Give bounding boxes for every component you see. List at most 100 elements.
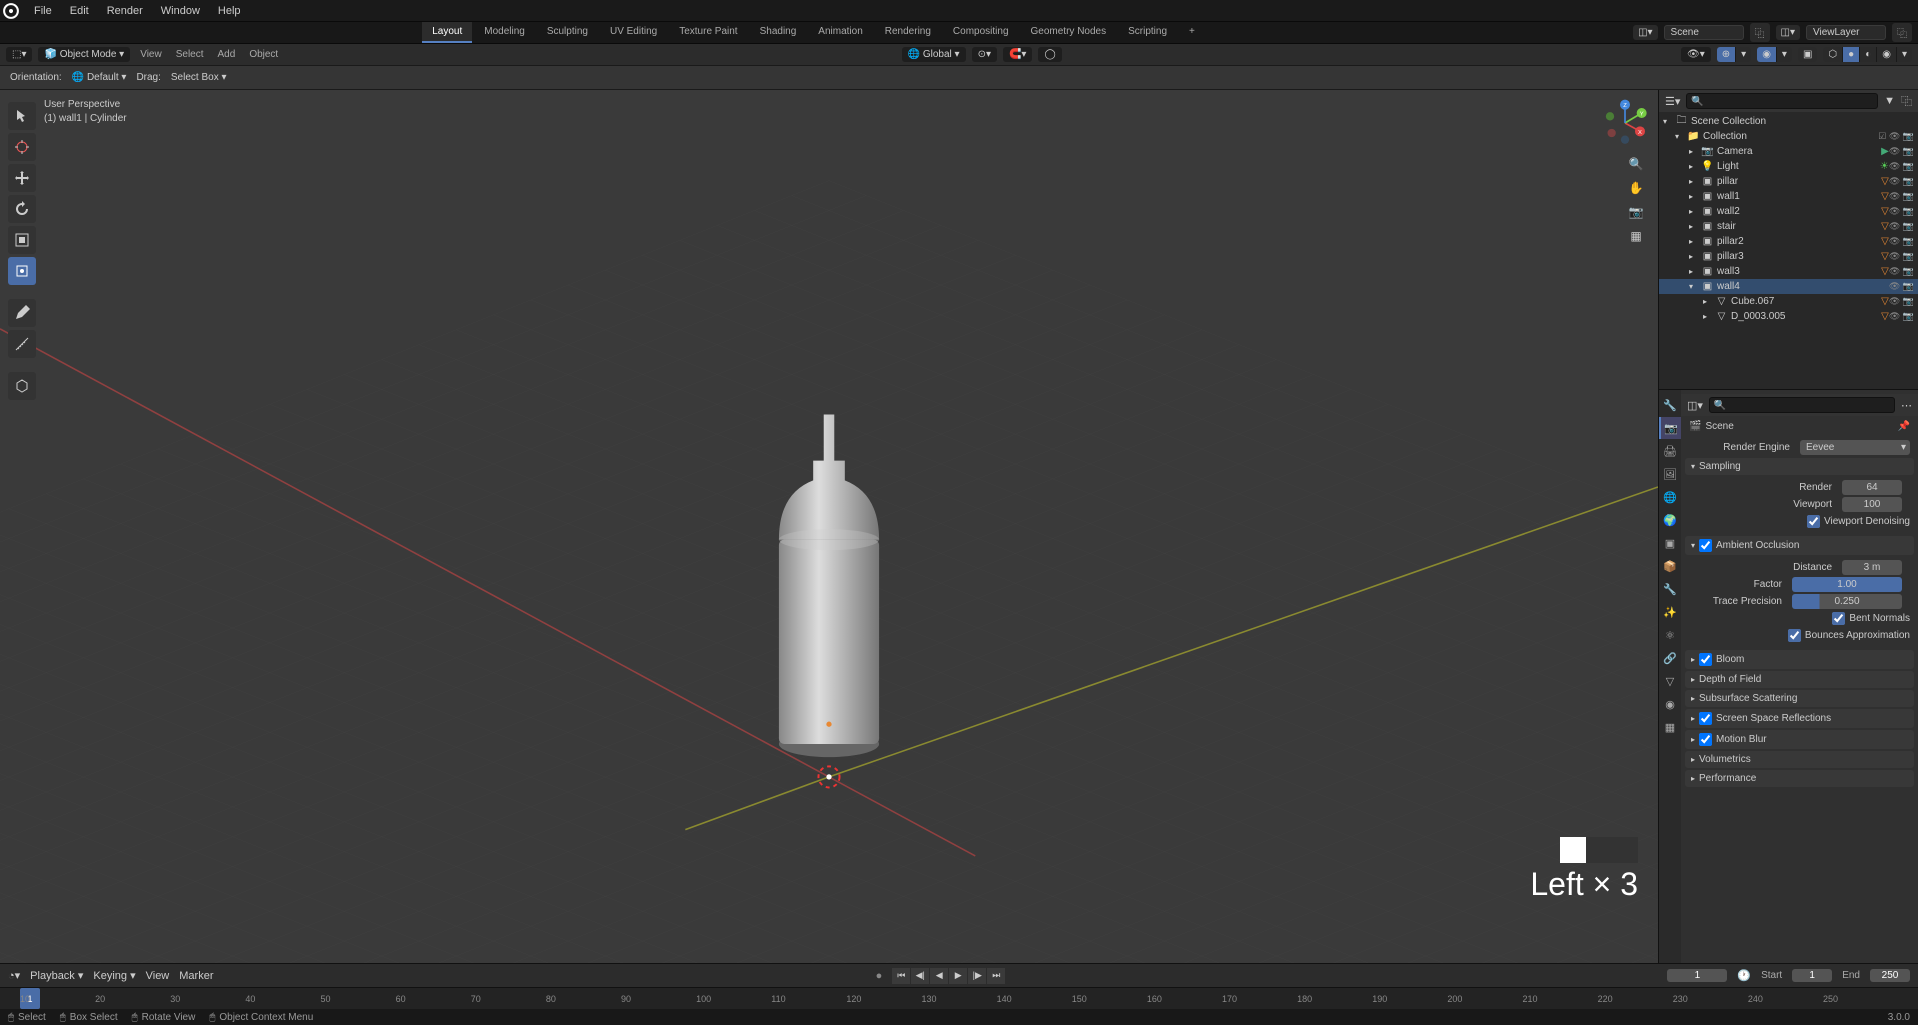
tab-rendering[interactable]: Rendering <box>875 22 941 43</box>
tree-item-wall3[interactable]: ▸▣wall3▽👁 📷 <box>1659 264 1918 279</box>
proptab-world[interactable]: 🌍 <box>1659 509 1681 531</box>
start-frame-input[interactable] <box>1792 969 1832 982</box>
viewlayer-name-input[interactable] <box>1806 25 1886 40</box>
bounces-approx-checkbox[interactable] <box>1788 629 1801 642</box>
tree-item-light[interactable]: ▸💡Light☀👁 📷 <box>1659 159 1918 174</box>
header-add[interactable]: Add <box>214 47 240 62</box>
proptab-data[interactable]: ▽ <box>1659 670 1681 692</box>
shade-material[interactable]: ◐ <box>1860 47 1877 62</box>
tab-animation[interactable]: Animation <box>808 22 872 43</box>
shade-rendered[interactable]: ◉ <box>1877 47 1897 62</box>
snap-icon[interactable]: 🧲▾ <box>1003 47 1032 62</box>
tab-modeling[interactable]: Modeling <box>474 22 535 43</box>
prop-type-icon[interactable]: ◫▾ <box>1687 399 1703 412</box>
proptab-render[interactable]: 📷 <box>1659 417 1681 439</box>
jump-start-icon[interactable]: ⏮ <box>892 968 910 984</box>
pin-icon[interactable]: 📌 <box>1898 421 1910 432</box>
outliner-new-collection-icon[interactable]: ⿻ <box>1901 93 1912 109</box>
overlay-toggle[interactable]: ◉▾ <box>1757 47 1792 62</box>
play-reverse-icon[interactable]: ◀ <box>930 968 948 984</box>
tool-annotate[interactable] <box>8 299 36 327</box>
gizmo-toggle[interactable]: ⊕▾ <box>1717 47 1751 62</box>
ao-trace-slider[interactable]: 0.250 <box>1792 594 1902 609</box>
menu-edit[interactable]: Edit <box>62 2 97 20</box>
camera-view-icon[interactable]: 📷 <box>1626 202 1646 222</box>
tab-shading[interactable]: Shading <box>750 22 807 43</box>
outliner-filter-icon[interactable]: ▼ <box>1884 95 1895 107</box>
tool-transform[interactable] <box>8 257 36 285</box>
tree-item-pillar2[interactable]: ▸▣pillar2▽👁 📷 <box>1659 234 1918 249</box>
tab-scripting[interactable]: Scripting <box>1118 22 1177 43</box>
zoom-icon[interactable]: 🔍 <box>1626 154 1646 174</box>
proptab-viewlayer[interactable]: 🖼 <box>1659 463 1681 485</box>
tab-add[interactable]: + <box>1179 22 1205 43</box>
timeline-type-icon[interactable]: ◔▾ <box>8 969 20 982</box>
tree-item-stair[interactable]: ▸▣stair▽👁 📷 <box>1659 219 1918 234</box>
tree-collection[interactable]: ▾📁 Collection ☑ 👁 📷 <box>1659 129 1918 144</box>
perspective-icon[interactable]: ▦ <box>1626 226 1646 246</box>
tree-item-pillar[interactable]: ▸▣pillar▽👁 📷 <box>1659 174 1918 189</box>
transform-orientation[interactable]: 🌐 Global ▾ <box>902 47 966 62</box>
timeline-keying[interactable]: Keying ▾ <box>93 969 135 982</box>
panel-subsurface-scattering[interactable]: ▸Subsurface Scattering <box>1685 690 1914 707</box>
menu-render[interactable]: Render <box>99 2 151 20</box>
tab-sculpting[interactable]: Sculpting <box>537 22 598 43</box>
panel-motion-blur[interactable]: ▸Motion Blur <box>1685 730 1914 749</box>
bent-normals-checkbox[interactable] <box>1832 612 1845 625</box>
keyframe-prev-icon[interactable]: ◀| <box>911 968 929 984</box>
tree-item-wall1[interactable]: ▸▣wall1▽👁 📷 <box>1659 189 1918 204</box>
sampling-viewport-input[interactable]: 100 <box>1842 497 1902 512</box>
header-object[interactable]: Object <box>245 47 282 62</box>
tool-select[interactable] <box>8 102 36 130</box>
navigation-gizmo[interactable]: X Y Z <box>1600 98 1650 148</box>
scene-new-icon[interactable]: ⿻ <box>1750 23 1770 42</box>
viewlayer-browse-icon[interactable]: ◫▾ <box>1776 25 1800 40</box>
proportional-icon[interactable]: ◯ <box>1038 47 1061 62</box>
sampling-render-input[interactable]: 64 <box>1842 480 1902 495</box>
tool-scale[interactable] <box>8 226 36 254</box>
proptab-collection[interactable]: ▣ <box>1659 532 1681 554</box>
ao-distance-input[interactable]: 3 m <box>1842 560 1902 575</box>
proptab-particles[interactable]: ✨ <box>1659 601 1681 623</box>
timeline-marker[interactable]: Marker <box>179 970 213 982</box>
proptab-material[interactable]: ◉ <box>1659 693 1681 715</box>
pivot-dropdown[interactable]: ⊙▾ <box>972 47 997 62</box>
panel-bloom[interactable]: ▸Bloom <box>1685 650 1914 669</box>
tab-geometrynodes[interactable]: Geometry Nodes <box>1021 22 1117 43</box>
proptab-texture[interactable]: ▦ <box>1659 716 1681 738</box>
tab-uvediting[interactable]: UV Editing <box>600 22 667 43</box>
proptab-modifiers[interactable]: 🔧 <box>1659 578 1681 600</box>
play-icon[interactable]: ▶ <box>949 968 967 984</box>
panel-performance[interactable]: ▸Performance <box>1685 770 1914 787</box>
scene-browse-icon[interactable]: ◫▾ <box>1633 25 1657 40</box>
drag-value[interactable]: Select Box ▾ <box>171 72 227 83</box>
viewport-canvas[interactable] <box>0 90 1658 963</box>
prop-options-icon[interactable]: ⋯ <box>1901 399 1912 412</box>
ao-enable-checkbox[interactable] <box>1699 539 1712 552</box>
menu-window[interactable]: Window <box>153 2 208 20</box>
shade-wireframe[interactable]: ⬡ <box>1823 47 1843 62</box>
tab-layout[interactable]: Layout <box>422 22 472 43</box>
outliner-type-icon[interactable]: ☰▾ <box>1665 95 1680 108</box>
pan-icon[interactable]: ✋ <box>1626 178 1646 198</box>
tool-cursor[interactable] <box>8 133 36 161</box>
viewlayer-new-icon[interactable]: ⿻ <box>1892 23 1912 42</box>
scene-breadcrumb[interactable]: Scene <box>1705 421 1893 432</box>
tree-item-cube067[interactable]: ▸▽Cube.067▽👁 📷 <box>1659 294 1918 309</box>
menu-file[interactable]: File <box>26 2 60 20</box>
tree-item-wall2[interactable]: ▸▣wall2▽👁 📷 <box>1659 204 1918 219</box>
visibility-icon[interactable]: 👁▾ <box>1681 47 1711 62</box>
tool-measure[interactable] <box>8 330 36 358</box>
proptab-tool[interactable]: 🔧 <box>1659 394 1681 416</box>
panel-volumetrics[interactable]: ▸Volumetrics <box>1685 751 1914 768</box>
timeline-view[interactable]: View <box>146 970 170 982</box>
panel-ao[interactable]: ▾Ambient Occlusion <box>1685 536 1914 555</box>
keyframe-next-icon[interactable]: |▶ <box>968 968 986 984</box>
end-frame-input[interactable] <box>1870 969 1910 982</box>
orientation-value[interactable]: 🌐 Default ▾ <box>72 72 127 83</box>
editor-type-icon[interactable]: ⬚▾ <box>6 47 32 62</box>
viewport-denoising-checkbox[interactable] <box>1807 515 1820 528</box>
tree-item-wall4[interactable]: ▾▣wall4👁 📷 <box>1659 279 1918 294</box>
properties-search[interactable] <box>1709 397 1895 413</box>
proptab-object[interactable]: 📦 <box>1659 555 1681 577</box>
